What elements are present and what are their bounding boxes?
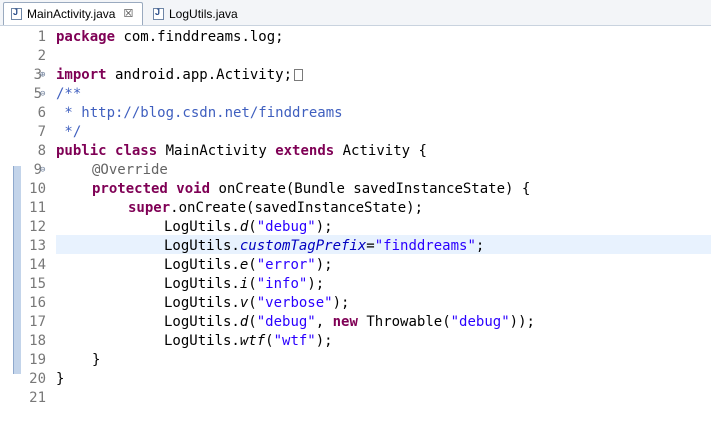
line-number: 19 <box>29 352 46 368</box>
line-number: 20 <box>29 371 46 387</box>
line-number: 14 <box>29 257 46 273</box>
line-number: 10 <box>29 181 46 197</box>
java-file-icon <box>153 7 164 20</box>
code-area[interactable]: package com.finddreams.log; import andro… <box>56 26 711 422</box>
code-line: */ <box>56 124 82 140</box>
tab-log-utils[interactable]: LogUtils.java <box>146 2 256 25</box>
tab-label: MainActivity.java <box>27 7 116 21</box>
code-line: } <box>56 371 65 387</box>
code-line: } <box>92 352 101 368</box>
line-number: 16 <box>29 295 46 311</box>
line-number: 12 <box>29 219 46 235</box>
code-line: import android.app.Activity; <box>56 66 304 85</box>
line-number: 13 <box>29 238 46 254</box>
code-line: public class MainActivity extends Activi… <box>56 143 427 159</box>
line-number: 21 <box>29 390 46 406</box>
code-line: * http://blog.csdn.net/finddreams <box>56 105 343 121</box>
code-line: package com.finddreams.log; <box>56 29 284 45</box>
editor-tab-bar: MainActivity.java ☒ LogUtils.java <box>0 0 711 26</box>
tab-main-activity[interactable]: MainActivity.java ☒ <box>3 2 143 25</box>
line-number: 11 <box>29 200 46 216</box>
code-line: LogUtils.d("debug", new Throwable("debug… <box>164 314 535 330</box>
code-line: super.onCreate(savedInstanceState); <box>128 200 424 216</box>
line-number: 2 <box>37 48 46 64</box>
line-number: 8 <box>37 143 46 159</box>
code-line-current: LogUtils.customTagPrefix="finddreams"; <box>164 238 485 254</box>
java-file-icon <box>11 7 22 20</box>
line-number: 18 <box>29 333 46 349</box>
line-number: 7 <box>37 124 46 140</box>
code-editor[interactable]: 1 2 3 ⊕ 5 ⊖ 6 7 8 9 ⊖ 10 11 12 13 14 15 … <box>0 26 711 422</box>
overview-ruler <box>0 26 14 422</box>
code-line: @Override <box>92 162 168 178</box>
code-line: LogUtils.v("verbose"); <box>164 295 350 311</box>
line-number-gutter: 1 2 3 ⊕ 5 ⊖ 6 7 8 9 ⊖ 10 11 12 13 14 15 … <box>14 26 50 422</box>
code-line: /** <box>56 86 82 102</box>
code-line: protected void onCreate(Bundle savedInst… <box>92 181 531 197</box>
collapse-fold-icon[interactable]: ⊖ <box>40 85 49 104</box>
code-line: LogUtils.i("info"); <box>164 276 325 292</box>
close-tab-icon[interactable]: ☒ <box>123 8 133 20</box>
line-number: 17 <box>29 314 46 330</box>
expand-fold-icon[interactable]: ⊕ <box>40 66 49 85</box>
code-line: LogUtils.wtf("wtf"); <box>164 333 333 349</box>
line-number: 6 <box>37 105 46 121</box>
tab-label: LogUtils.java <box>169 6 238 21</box>
code-line: LogUtils.e("error"); <box>164 257 333 273</box>
code-line: LogUtils.d("debug"); <box>164 219 333 235</box>
collapse-fold-icon[interactable]: ⊖ <box>40 161 49 180</box>
collapsed-code-icon[interactable] <box>294 69 304 81</box>
line-number: 1 <box>37 29 46 45</box>
line-number: 15 <box>29 276 46 292</box>
